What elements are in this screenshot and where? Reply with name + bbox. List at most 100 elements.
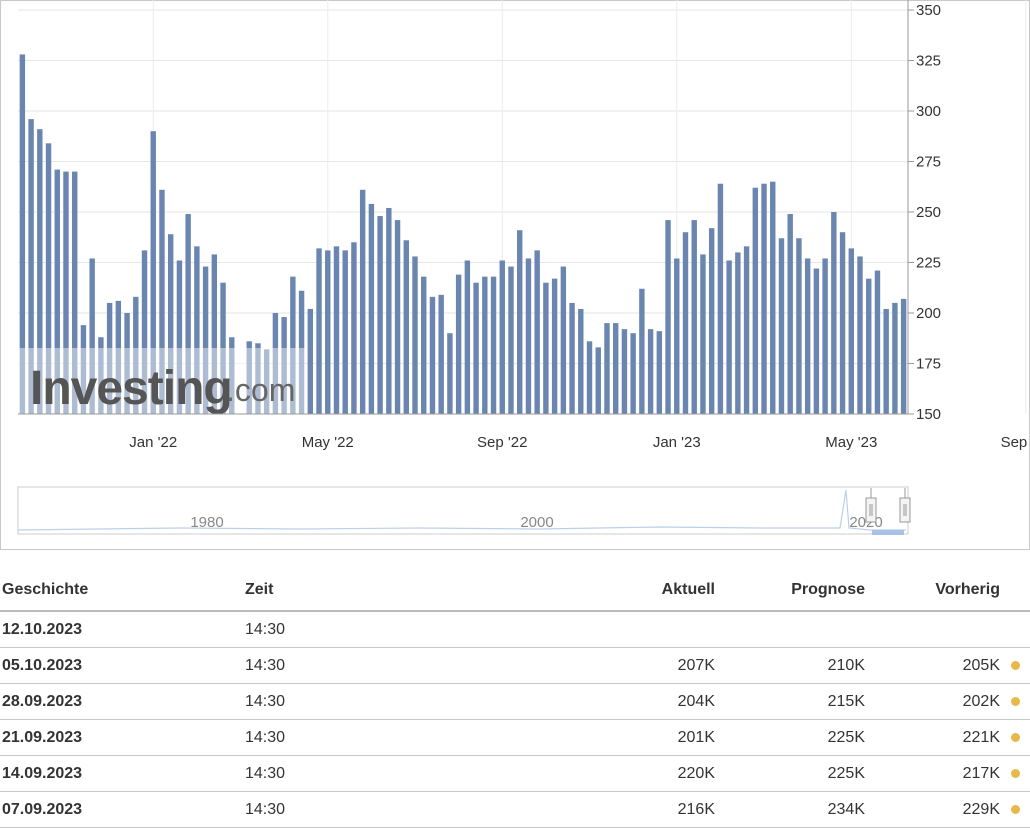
bar[interactable] [726,260,732,414]
header-geschichte[interactable]: Geschichte [0,570,245,612]
investing-watermark: Investing .com [18,348,305,415]
bar[interactable] [438,294,444,414]
row-forecast: 234K [715,791,865,828]
revision-dot-icon[interactable] [1010,804,1020,814]
bar[interactable] [708,228,715,414]
bar[interactable] [333,246,340,414]
bar[interactable] [778,238,785,414]
bar[interactable] [665,220,671,414]
bar[interactable] [874,270,881,414]
bar[interactable] [412,256,418,414]
y-tick-label: 150 [916,406,941,423]
bar[interactable] [490,276,497,414]
bar[interactable] [892,302,898,414]
bar[interactable] [700,254,706,414]
bar[interactable] [604,323,610,414]
bar[interactable] [429,296,436,414]
bar[interactable] [717,183,724,414]
navigator-frame [17,486,909,535]
header-aktuell[interactable]: Aktuell [575,570,715,612]
row-previous: 205K [865,647,1000,684]
bar[interactable] [525,258,532,414]
bar[interactable] [900,298,907,414]
bar[interactable] [482,276,488,414]
bar[interactable] [848,248,854,414]
bar[interactable] [804,258,811,414]
bar[interactable] [447,333,453,414]
bar[interactable] [813,268,820,414]
header-zeit[interactable]: Zeit [245,570,575,612]
bar[interactable] [499,260,505,414]
bar[interactable] [534,250,540,414]
bar[interactable] [770,181,776,414]
bar[interactable] [551,278,558,414]
bar[interactable] [325,250,331,414]
revision-dot-icon[interactable] [1010,768,1020,778]
header-spacer [1000,570,1030,612]
row-dot-cell [1000,683,1030,720]
bar[interactable] [612,323,619,414]
bar[interactable] [473,282,479,414]
header-prognose[interactable]: Prognose [715,570,865,612]
bar[interactable] [743,246,750,414]
bar[interactable] [752,187,759,414]
bar[interactable] [787,214,793,414]
y-tick-label: 350 [916,2,941,19]
bar[interactable] [639,288,645,414]
bar[interactable] [647,329,654,414]
bar[interactable] [586,341,593,414]
bar[interactable] [630,333,636,414]
bar[interactable] [342,250,348,414]
revision-dot-icon[interactable] [1010,732,1020,742]
bar[interactable] [735,252,741,414]
x-tick-label: May '22 [302,434,354,451]
row-time: 14:30 [245,719,575,756]
bar[interactable] [656,331,663,414]
bar[interactable] [822,258,828,414]
bar[interactable] [857,256,863,414]
y-tick-label: 300 [916,103,941,120]
bar[interactable] [464,260,471,414]
table-row: 28.09.2023 14:30 204K 215K 202K [0,683,1030,720]
bar[interactable] [578,308,584,414]
bar[interactable] [359,189,366,414]
x-tick-label: Jan '23 [653,434,701,451]
bar[interactable] [796,238,802,414]
bar[interactable] [307,308,314,414]
bar[interactable] [368,203,375,414]
bar[interactable] [839,232,846,414]
bar[interactable] [386,207,392,414]
bar[interactable] [508,266,514,414]
bar[interactable] [621,329,628,414]
bar[interactable] [831,212,837,414]
bar[interactable] [351,242,357,414]
bar[interactable] [543,282,549,414]
row-date: 12.10.2023 [0,611,245,648]
bar[interactable] [761,183,767,414]
row-date: 05.10.2023 [0,647,245,684]
bar[interactable] [560,266,567,414]
row-time: 14:30 [245,791,575,828]
bar[interactable] [595,347,601,414]
revision-dot-icon[interactable] [1010,660,1020,670]
row-time: 14:30 [245,755,575,792]
bar[interactable] [377,216,383,414]
revision-dot-icon[interactable] [1010,696,1020,706]
header-vorherig[interactable]: Vorherig [865,570,1000,612]
bar[interactable] [403,240,409,414]
bar[interactable] [866,278,872,414]
bar[interactable] [394,220,401,414]
bar[interactable] [421,276,427,414]
bar[interactable] [674,258,680,414]
row-forecast: 225K [715,719,865,756]
bar[interactable] [883,308,889,414]
row-forecast: 225K [715,755,865,792]
navigator[interactable]: 198020002020 [17,486,911,535]
y-tick-label: 325 [916,53,941,70]
bar[interactable] [682,232,689,414]
bar[interactable] [517,230,523,414]
bar[interactable] [316,248,322,414]
bar[interactable] [569,302,575,414]
bar[interactable] [455,274,462,414]
bar[interactable] [691,220,697,414]
